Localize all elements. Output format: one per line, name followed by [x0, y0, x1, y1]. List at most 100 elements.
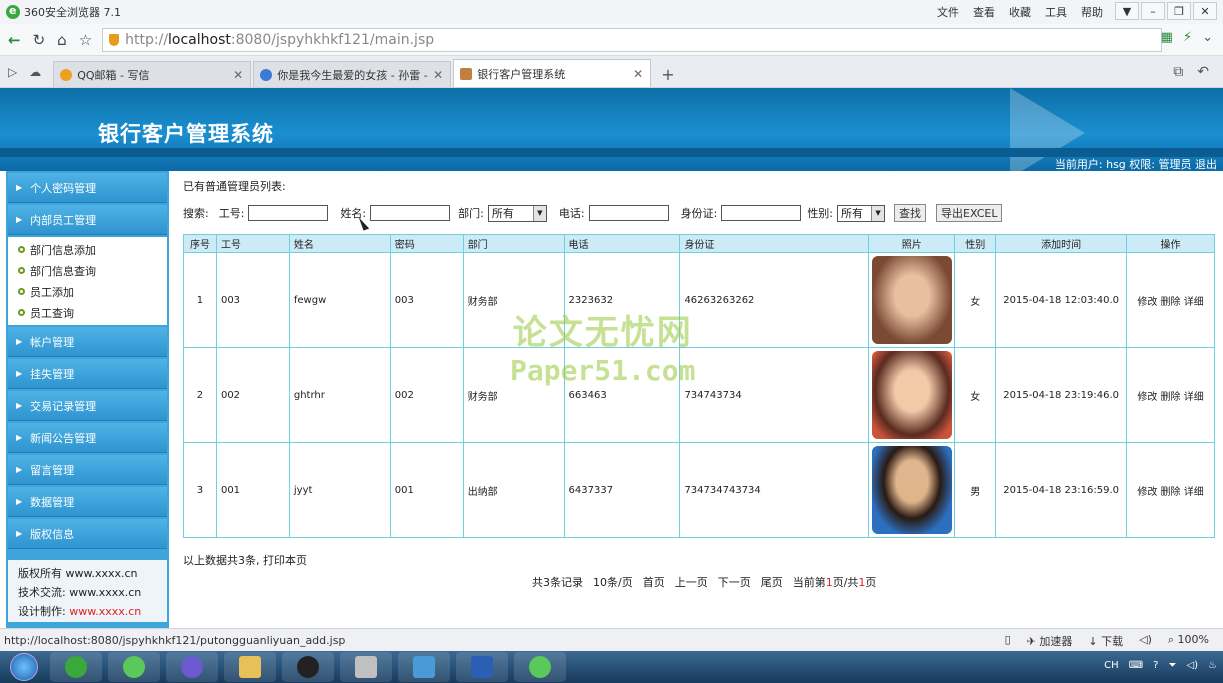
summary-text[interactable]: 以上数据共3条, 打印本页	[183, 552, 307, 568]
cell-photo	[868, 252, 956, 348]
sidebar-item-accounts[interactable]: ▶ 帐户管理	[8, 327, 167, 357]
tray-app-icon[interactable]: ♨	[1208, 660, 1217, 671]
edit-link[interactable]: 修改	[1137, 392, 1157, 403]
tab-qq-mail[interactable]: QQ邮箱 - 写信 ✕	[53, 61, 252, 87]
home-icon[interactable]: ⌂	[57, 31, 67, 49]
network-icon[interactable]: ⏷	[1168, 660, 1176, 671]
sidebar-item-data[interactable]: ▶ 数据管理	[8, 487, 167, 517]
new-tab-button[interactable]: +	[653, 61, 682, 87]
taskbar-app[interactable]	[456, 652, 508, 682]
pager-next[interactable]: 下一页	[718, 574, 751, 590]
tab-close-icon[interactable]: ✕	[233, 68, 243, 82]
sidebar-item-messages[interactable]: ▶ 留言管理	[8, 455, 167, 485]
delete-link[interactable]: 删除	[1161, 297, 1181, 308]
taskbar-app[interactable]	[514, 652, 566, 682]
menu-favorites[interactable]: 收藏	[1009, 4, 1031, 20]
taskbar-app[interactable]	[398, 652, 450, 682]
taskbar-app[interactable]	[166, 652, 218, 682]
col-gender: 性别	[954, 234, 997, 253]
export-excel-button[interactable]: 导出EXCEL	[936, 204, 1003, 222]
url-field[interactable]: http://localhost:8080/jspyhkhkf121/main.…	[102, 27, 1163, 52]
edit-link[interactable]: 修改	[1137, 297, 1157, 308]
phone-input[interactable]	[588, 205, 669, 221]
undo-close-icon[interactable]: ↶	[1197, 64, 1209, 80]
staff-photo[interactable]	[871, 351, 952, 439]
sidebar-item-staff[interactable]: ▶ 内部员工管理	[8, 205, 167, 235]
footer-value[interactable]: www.xxxx.cn	[66, 567, 138, 580]
detail-link[interactable]: 详细	[1184, 487, 1204, 498]
tab-bank-system[interactable]: 银行客户管理系统 ✕	[453, 59, 652, 87]
sidebar-item-password[interactable]: ▶ 个人密码管理	[8, 173, 167, 203]
skin-icon[interactable]: ▼	[1115, 2, 1139, 20]
maximize-icon[interactable]: ❐	[1167, 2, 1191, 20]
browser-menu-bar: 文件 查看 收藏 工具 帮助	[937, 4, 1103, 20]
ime-icon[interactable]: CH	[1104, 660, 1119, 671]
keyboard-icon[interactable]: ⌨	[1129, 660, 1143, 671]
current-user-info[interactable]: 当前用户: hsg 权限: 管理员 退出	[1055, 156, 1217, 171]
lightning-icon[interactable]: ⚡	[1183, 30, 1192, 45]
search-button[interactable]: 查找	[894, 204, 927, 222]
menu-file[interactable]: 文件	[937, 4, 959, 20]
menu-view[interactable]: 查看	[973, 4, 995, 20]
tab-music[interactable]: 你是我今生最爱的女孩 - 孙雷 - ✕	[253, 61, 452, 87]
sidebar-item-copyright[interactable]: ▶ 版权信息	[8, 519, 167, 549]
browser-icon	[65, 656, 87, 678]
table-row: 2 002 ghtrhr 002 财务部 663463 734743734 女 …	[183, 347, 1215, 443]
accelerator-tool[interactable]: ✈ 加速器	[1027, 633, 1073, 649]
qr-icon[interactable]: ▦	[1161, 30, 1173, 45]
gender-select[interactable]: 所有 ▼	[837, 204, 886, 222]
menu-help[interactable]: 帮助	[1081, 4, 1103, 20]
chevron-down-icon[interactable]: ⌄	[1202, 30, 1213, 45]
idcard-input[interactable]	[721, 205, 802, 221]
sidebar-item-loss-report[interactable]: ▶ 挂失管理	[8, 359, 167, 389]
pager: 共3条记录 10条/页 首页 上一页 下一页 尾页 当前第1页/共1页	[532, 574, 876, 590]
back-icon[interactable]: ←	[8, 31, 21, 49]
download-tool[interactable]: ↓ 下载	[1088, 633, 1123, 649]
triangle-right-icon: ▶	[16, 433, 23, 442]
pager-prev[interactable]: 上一页	[675, 574, 708, 590]
delete-link[interactable]: 删除	[1161, 392, 1181, 403]
submenu-staff-query[interactable]: 员工查询	[8, 302, 159, 323]
edit-link[interactable]: 修改	[1137, 487, 1157, 498]
sound-icon[interactable]: ◁)	[1139, 633, 1152, 649]
footer-value[interactable]: www.xxxx.cn	[69, 605, 141, 618]
staff-photo[interactable]	[871, 256, 952, 344]
close-icon[interactable]: ✕	[1193, 2, 1217, 20]
reload-icon[interactable]: ↻	[33, 31, 46, 49]
menu-tools[interactable]: 工具	[1045, 4, 1067, 20]
cell-id: 003	[215, 252, 290, 348]
detail-link[interactable]: 详细	[1184, 297, 1204, 308]
pager-first[interactable]: 首页	[643, 574, 665, 590]
pager-last[interactable]: 尾页	[761, 574, 783, 590]
taskbar-app[interactable]	[108, 652, 160, 682]
name-input[interactable]	[370, 205, 451, 221]
phone-icon[interactable]: ▯	[1005, 633, 1011, 649]
taskbar-app[interactable]	[50, 652, 102, 682]
taskbar-app[interactable]	[340, 652, 392, 682]
submenu-dept-add[interactable]: 部门信息添加	[8, 239, 159, 260]
tab-close-icon[interactable]: ✕	[433, 68, 443, 82]
submenu-dept-query[interactable]: 部门信息查询	[8, 260, 159, 281]
taskbar-app[interactable]	[282, 652, 334, 682]
cell-gender: 女	[954, 252, 997, 348]
submenu-staff-add[interactable]: 员工添加	[8, 281, 159, 302]
id-input[interactable]	[248, 205, 329, 221]
restore-tabs-icon[interactable]: ⧉	[1173, 64, 1183, 80]
help-icon[interactable]: ?	[1153, 660, 1158, 671]
detail-link[interactable]: 详细	[1184, 392, 1204, 403]
cloud-icon[interactable]: ☁	[29, 65, 41, 79]
taskbar-app[interactable]	[224, 652, 276, 682]
start-button[interactable]	[4, 652, 44, 682]
staff-photo[interactable]	[871, 446, 952, 534]
sidebar-item-news[interactable]: ▶ 新闻公告管理	[8, 423, 167, 453]
delete-link[interactable]: 删除	[1161, 487, 1181, 498]
tab-close-icon[interactable]: ✕	[633, 67, 643, 81]
minimize-icon[interactable]: –	[1141, 2, 1165, 20]
star-icon[interactable]: ☆	[79, 31, 92, 49]
dept-select[interactable]: 所有 ▼	[487, 204, 547, 222]
sidebar-toggle-icon[interactable]: ▷	[8, 65, 17, 79]
zoom-level[interactable]: ⌕ 100%	[1168, 633, 1209, 649]
sidebar-item-transactions[interactable]: ▶ 交易记录管理	[8, 391, 167, 421]
footer-value[interactable]: www.xxxx.cn	[69, 586, 141, 599]
volume-icon[interactable]: ◁)	[1186, 660, 1198, 671]
